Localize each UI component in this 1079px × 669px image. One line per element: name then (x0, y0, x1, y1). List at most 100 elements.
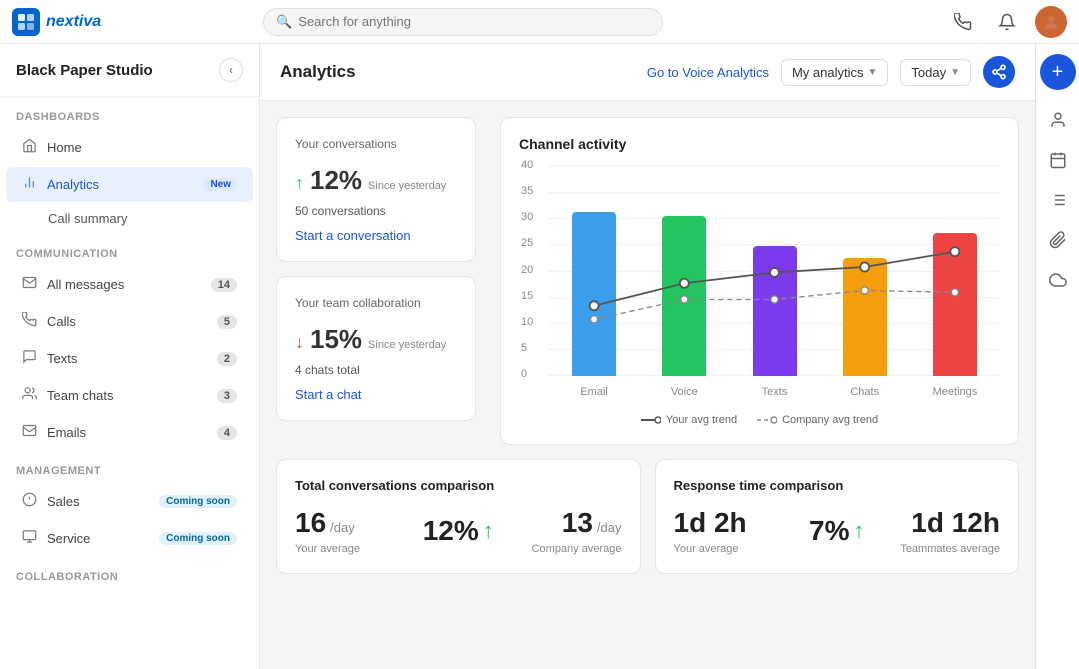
bar-label: Voice (671, 386, 698, 398)
chart-legend: Your avg trend Company avg trend (519, 414, 1000, 426)
sidebar-home-label: Home (47, 140, 237, 155)
y-axis-label: 20 (521, 264, 533, 276)
sidebar-item-all-messages[interactable]: All messages 14 (6, 267, 253, 302)
your-daily-value: 16 (295, 507, 326, 539)
analytics-icon (22, 175, 37, 194)
search-input[interactable] (298, 14, 650, 29)
logo: nextiva (12, 8, 101, 36)
y-axis-label: 40 (521, 159, 533, 171)
cloud-strip-button[interactable] (1040, 262, 1076, 298)
bar (843, 258, 887, 376)
calls-label: Calls (47, 314, 207, 329)
sales-coming-soon-badge: Coming soon (159, 495, 237, 508)
response-comparison-card: Response time comparison 1d 2h Your aver… (655, 459, 1020, 574)
y-axis-label: 25 (521, 237, 533, 249)
y-axis-label: 30 (521, 211, 533, 223)
conversations-percent: 12% (310, 165, 362, 196)
your-avg-label: Your average (295, 543, 404, 555)
sidebar-item-emails[interactable]: Emails 4 (6, 415, 253, 450)
response-percent-col: 7% ↑ (782, 515, 891, 547)
voice-analytics-link[interactable]: Go to Voice Analytics (647, 65, 769, 80)
response-percent: 7% (809, 515, 849, 547)
service-icon (22, 529, 37, 548)
sidebar-item-service[interactable]: Service Coming soon (6, 521, 253, 556)
top-row: Your conversations ↑ 12% Since yesterday… (276, 117, 1019, 445)
bar-label: Texts (762, 386, 788, 398)
notification-button[interactable] (991, 6, 1023, 38)
logo-text: nextiva (46, 13, 101, 31)
teammates-label: Teammates average (891, 543, 1000, 555)
sidebar-item-analytics[interactable]: Analytics New (6, 167, 253, 202)
legend-your-trend: Your avg trend (641, 414, 737, 426)
sidebar-title: Black Paper Studio (16, 62, 153, 79)
total-comparison-row: 16 /day Your average 12% ↑ (295, 507, 622, 555)
service-coming-soon-badge: Coming soon (159, 532, 237, 545)
dropdown-arrow: ▼ (867, 67, 877, 78)
texts-icon (22, 349, 37, 368)
collaboration-card: Your team collaboration ↓ 15% Since yest… (276, 276, 476, 421)
channel-activity-card: Channel activity 4035302520151050 EmailV… (500, 117, 1019, 445)
all-messages-label: All messages (47, 277, 201, 292)
collaboration-metric-row: ↓ 15% Since yesterday (295, 324, 457, 355)
team-chats-badge: 3 (217, 389, 237, 403)
legend-company-trend: Company avg trend (757, 414, 878, 426)
section-label-dashboards: Dashboards (0, 97, 259, 129)
bars-row: EmailVoiceTextsChatsMeetings (549, 166, 1000, 376)
sidebar: Black Paper Studio ‹ Dashboards Home Ana… (0, 44, 260, 669)
phone-button[interactable] (947, 6, 979, 38)
search-bar[interactable]: 🔍 (263, 8, 663, 36)
emails-badge: 4 (217, 426, 237, 440)
list-strip-button[interactable] (1040, 182, 1076, 218)
start-conversation-link[interactable]: Start a conversation (295, 228, 457, 243)
page-title: Analytics (280, 62, 635, 82)
service-label: Service (47, 531, 149, 546)
main-content: Analytics Go to Voice Analytics My analy… (260, 44, 1035, 669)
your-response-label: Your average (674, 543, 783, 555)
conversations-title: Your conversations (295, 136, 457, 153)
bar-chart: 4035302520151050 EmailVoiceTextsChatsMee… (519, 166, 1000, 406)
logo-icon (12, 8, 40, 36)
calls-badge: 5 (217, 315, 237, 329)
bar-label: Meetings (933, 386, 978, 398)
avatar[interactable] (1035, 6, 1067, 38)
response-trend-up: ↑ (853, 518, 864, 544)
search-icon: 🔍 (276, 14, 292, 30)
sales-label: Sales (47, 494, 149, 509)
sidebar-item-home[interactable]: Home (6, 130, 253, 165)
section-label-communication: Communication (0, 234, 259, 266)
today-dropdown-arrow: ▼ (950, 67, 960, 78)
bar-group: Voice (639, 166, 729, 376)
today-dropdown[interactable]: Today ▼ (900, 59, 971, 86)
home-icon (22, 138, 37, 157)
all-messages-icon (22, 275, 37, 294)
company-daily-unit: /day (597, 520, 622, 535)
response-comparison-row: 1d 2h Your average 7% ↑ 1d 12h Teammates… (674, 507, 1001, 555)
your-daily-unit: /day (330, 520, 355, 535)
page-header: Analytics Go to Voice Analytics My analy… (260, 44, 1035, 101)
analytics-new-badge: New (204, 178, 237, 191)
attachment-strip-button[interactable] (1040, 222, 1076, 258)
sidebar-item-calls[interactable]: Calls 5 (6, 304, 253, 339)
legend-company-trend-label: Company avg trend (782, 414, 878, 426)
sidebar-item-sales[interactable]: Sales Coming soon (6, 484, 253, 519)
share-button[interactable] (983, 56, 1015, 88)
y-axis-label: 35 (521, 185, 533, 197)
section-label-management: Management (0, 451, 259, 483)
total-comparison-card: Total conversations comparison 16 /day Y… (276, 459, 641, 574)
add-button[interactable]: + (1040, 54, 1076, 90)
calendar-strip-button[interactable] (1040, 142, 1076, 178)
start-chat-link[interactable]: Start a chat (295, 387, 457, 402)
texts-badge: 2 (217, 352, 237, 366)
teammates-value: 1d 12h (911, 507, 1000, 538)
sidebar-item-texts[interactable]: Texts 2 (6, 341, 253, 376)
sidebar-collapse-button[interactable]: ‹ (219, 58, 243, 82)
y-axis-label: 0 (521, 368, 527, 380)
sidebar-item-call-summary[interactable]: Call summary (6, 204, 253, 233)
profile-strip-button[interactable] (1040, 102, 1076, 138)
my-analytics-dropdown[interactable]: My analytics ▼ (781, 59, 888, 86)
total-comparison-title: Total conversations comparison (295, 478, 622, 493)
bar (662, 216, 706, 376)
bar-group: Texts (729, 166, 819, 376)
sidebar-item-team-chats[interactable]: Team chats 3 (6, 378, 253, 413)
your-avg-col: 16 /day Your average (295, 507, 404, 555)
